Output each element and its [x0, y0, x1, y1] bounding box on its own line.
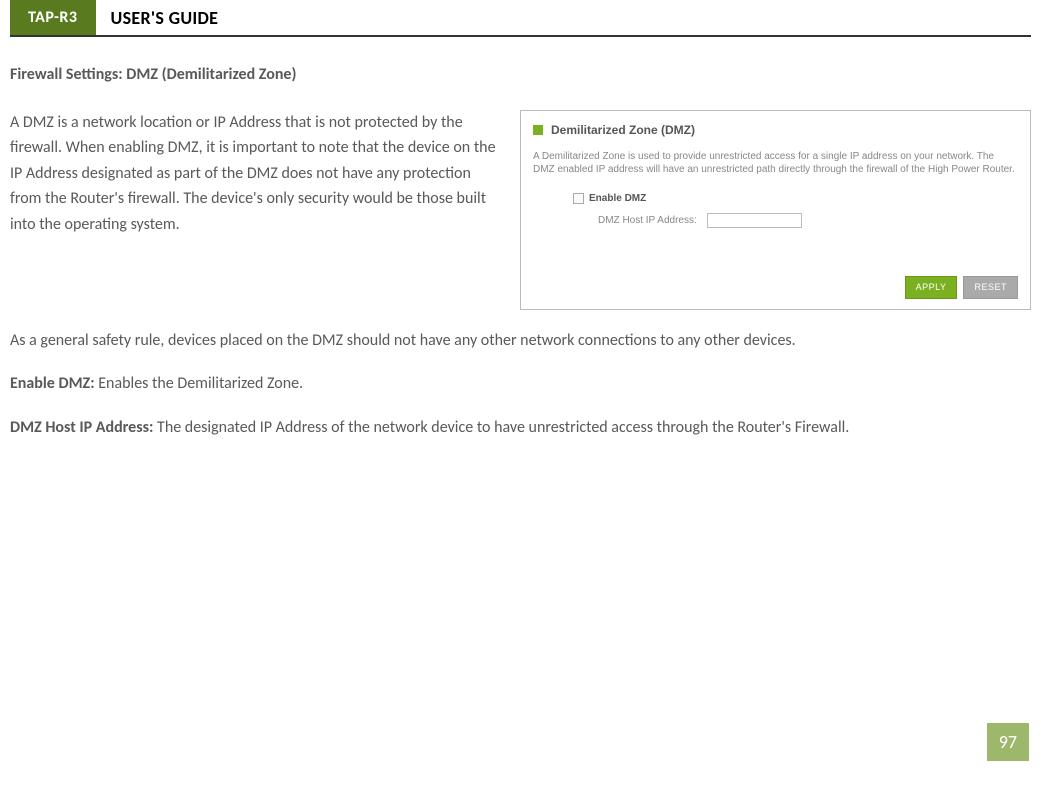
- page-number: 97: [987, 723, 1029, 761]
- page-header: TAP-R3 USER'S GUIDE: [10, 0, 1031, 37]
- intro-text-block: A DMZ is a network location or IP Addres…: [10, 110, 500, 310]
- enable-dmz-label: Enable DMZ: [589, 191, 646, 207]
- router-ui-screenshot: Demilitarized Zone (DMZ) A Demilitarized…: [520, 110, 1031, 310]
- section-heading: Firewall Settings: DMZ (Demilitarized Zo…: [10, 62, 1031, 88]
- definition-dmz-host-text: The designated IP Address of the network…: [153, 418, 849, 437]
- apply-button[interactable]: APPLY: [905, 276, 958, 298]
- green-square-icon: [533, 125, 543, 135]
- screenshot-description: A Demilitarized Zone is used to provide …: [533, 150, 1018, 176]
- page-content: Firewall Settings: DMZ (Demilitarized Zo…: [0, 62, 1041, 440]
- screenshot-form: Enable DMZ DMZ Host IP Address:: [533, 191, 1018, 229]
- intro-row: A DMZ is a network location or IP Addres…: [10, 110, 1031, 310]
- definition-dmz-host-label: DMZ Host IP Address:: [10, 418, 153, 437]
- screenshot-button-row: APPLY RESET: [905, 276, 1018, 298]
- screenshot-panel-header: Demilitarized Zone (DMZ): [533, 121, 1018, 140]
- guide-title: USER'S GUIDE: [96, 7, 219, 29]
- dmz-host-ip-label: DMZ Host IP Address:: [598, 213, 697, 229]
- dmz-host-ip-row: DMZ Host IP Address:: [573, 213, 1018, 229]
- definition-enable-dmz-label: Enable DMZ:: [10, 374, 95, 393]
- screenshot-panel-title: Demilitarized Zone (DMZ): [551, 121, 695, 140]
- product-badge: TAP-R3: [10, 0, 96, 35]
- definition-dmz-host: DMZ Host IP Address: The designated IP A…: [10, 415, 1031, 441]
- reset-button[interactable]: RESET: [963, 276, 1018, 298]
- definition-enable-dmz-text: Enables the Demilitarized Zone.: [95, 374, 304, 393]
- intro-paragraph: A DMZ is a network location or IP Addres…: [10, 110, 500, 238]
- enable-dmz-checkbox[interactable]: [573, 193, 584, 204]
- enable-dmz-row: Enable DMZ: [573, 191, 1018, 207]
- safety-paragraph: As a general safety rule, devices placed…: [10, 328, 1031, 354]
- dmz-host-ip-input[interactable]: [707, 213, 802, 228]
- definition-enable-dmz: Enable DMZ: Enables the Demilitarized Zo…: [10, 371, 1031, 397]
